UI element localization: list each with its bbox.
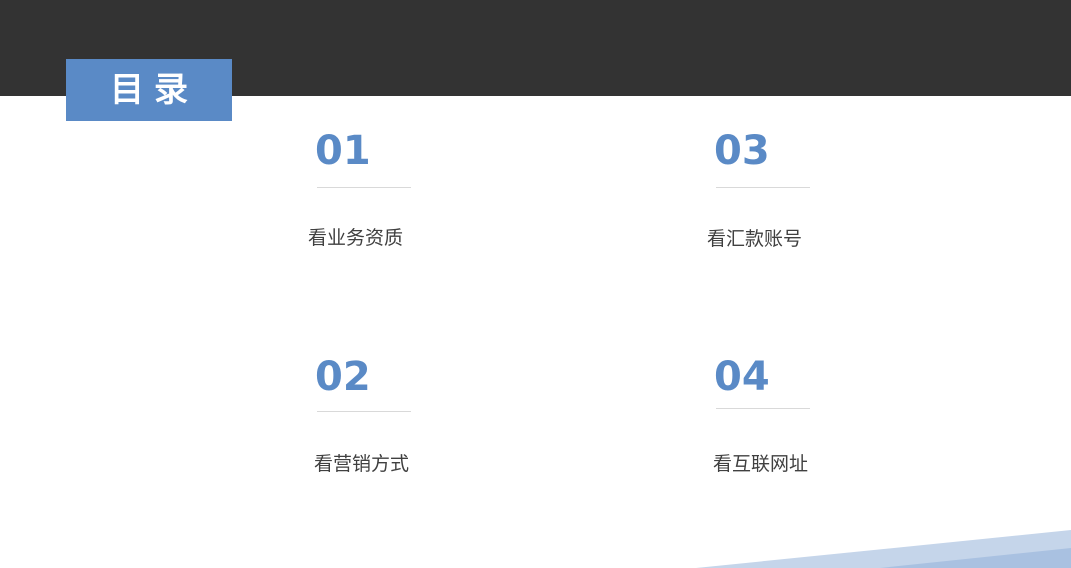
corner-decoration	[696, 530, 1071, 568]
slide: 目录 01 看业务资质 02 看营销方式 03 看汇款账号 04 看互联网址	[0, 0, 1071, 568]
